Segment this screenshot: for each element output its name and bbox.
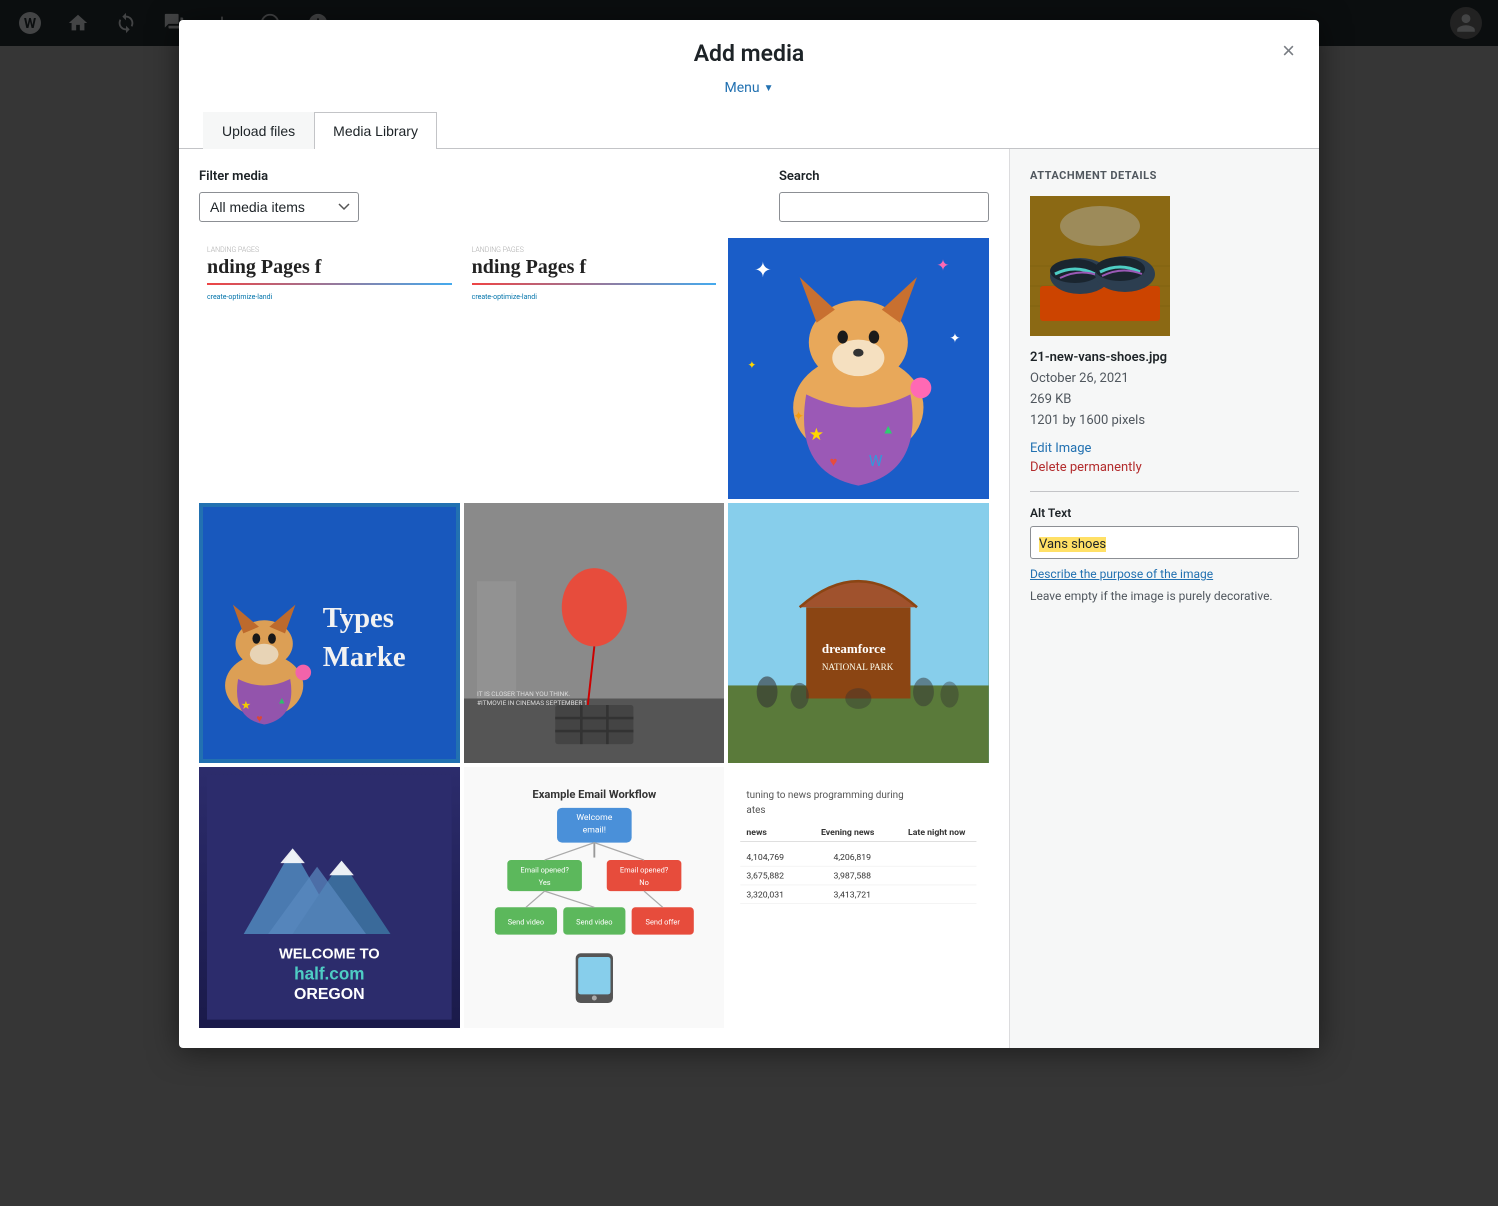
media-grid: LANDING PAGES nding Pages f create-optim… [199, 238, 989, 1028]
alt-text-field[interactable]: Vans shoes [1030, 526, 1299, 559]
delete-permanently-link[interactable]: Delete permanently [1030, 460, 1299, 475]
thumb-url: create-optimize-landi [472, 293, 717, 301]
modal-header: Add media × [179, 20, 1319, 67]
thumb-title: nding Pages f [207, 256, 452, 279]
svg-text:dreamforce: dreamforce [822, 641, 886, 656]
svg-text:▲: ▲ [882, 422, 895, 437]
alt-text-label: Alt Text [1030, 506, 1299, 520]
filter-select[interactable]: All media items [199, 192, 359, 222]
svg-text:3,987,588: 3,987,588 [834, 872, 872, 882]
svg-text:Yes: Yes [538, 878, 550, 887]
svg-text:IT IS CLOSER THAN YOU THINK.: IT IS CLOSER THAN YOU THINK. [477, 690, 570, 698]
tab-media-library[interactable]: Media Library [314, 112, 437, 149]
media-item[interactable]: Example Email Workflow Welcome email! Em… [464, 767, 725, 1028]
describe-purpose-link[interactable]: Describe the purpose of the image [1030, 567, 1299, 581]
svg-text:Email opened?: Email opened? [520, 866, 569, 875]
media-item[interactable]: ★ ▲ ♥ Types Marke [199, 503, 460, 764]
svg-text:Evening news: Evening news [821, 829, 875, 839]
svg-text:Email opened?: Email opened? [619, 866, 668, 875]
svg-text:✦: ✦ [937, 256, 950, 275]
thumb-url: create-optimize-landi [207, 293, 452, 301]
menu-arrow-icon: ▼ [764, 83, 774, 94]
filter-label: Filter media [199, 169, 359, 184]
attachment-preview [1030, 196, 1299, 336]
svg-text:3,675,882: 3,675,882 [747, 872, 785, 882]
svg-text:★: ★ [809, 425, 824, 445]
modal-body: Filter media All media items Search [179, 149, 1319, 1048]
edit-image-link[interactable]: Edit Image [1030, 441, 1299, 456]
tab-upload-files[interactable]: Upload files [203, 112, 314, 149]
svg-text:3,320,031: 3,320,031 [747, 891, 785, 901]
filter-row: Filter media All media items Search [199, 169, 989, 222]
search-section: Search [779, 169, 989, 222]
svg-text:✦: ✦ [950, 331, 961, 346]
attachment-details-sidebar: ATTACHMENT DETAILS [1009, 149, 1319, 1048]
menu-dropdown[interactable]: Menu ▼ [724, 80, 773, 96]
attachment-date: October 26, 2021 269 KB 1201 by 1600 pix… [1030, 369, 1299, 431]
modal-overlay: Add media × Menu ▼ Upload files Media Li… [0, 0, 1498, 1206]
thumb-title: nding Pages f [472, 256, 717, 279]
media-item[interactable]: LANDING PAGES nding Pages f create-optim… [464, 238, 725, 499]
svg-text:OREGON: OREGON [294, 986, 365, 1003]
search-input[interactable] [779, 192, 989, 222]
svg-text:✦: ✦ [754, 259, 771, 283]
thumb-heading: LANDING PAGES [207, 246, 452, 254]
svg-text:WELCOME TO: WELCOME TO [279, 947, 380, 963]
svg-text:half.com: half.com [294, 965, 364, 984]
media-item[interactable]: LANDING PAGES nding Pages f create-optim… [199, 238, 460, 499]
attachment-filename: 21-new-vans-shoes.jpg [1030, 350, 1299, 365]
svg-text:#ITMOVIE IN CINEMAS SEPTEMBER: #ITMOVIE IN CINEMAS SEPTEMBER 1 [477, 699, 588, 707]
modal-tabs: Upload files Media Library [179, 96, 1319, 149]
media-area: Filter media All media items Search [179, 149, 1009, 1048]
search-label: Search [779, 169, 989, 184]
svg-text:4,206,819: 4,206,819 [834, 853, 872, 863]
modal-menu: Menu ▼ [179, 67, 1319, 96]
menu-label: Menu [724, 80, 759, 96]
svg-text:Send offer: Send offer [645, 918, 680, 927]
media-item[interactable]: WELCOME TO half.com OREGON [199, 767, 460, 1028]
svg-text:Welcome: Welcome [576, 814, 612, 824]
svg-text:✦: ✦ [793, 409, 804, 424]
modal-title: Add media [694, 40, 805, 67]
add-media-modal: Add media × Menu ▼ Upload files Media Li… [179, 20, 1319, 1048]
close-button[interactable]: × [1274, 36, 1303, 66]
svg-text:Send video: Send video [507, 918, 543, 927]
svg-text:Example Email Workflow: Example Email Workflow [532, 788, 657, 801]
svg-text:tuning to news programming dur: tuning to news programming during [747, 790, 904, 801]
attachment-divider [1030, 491, 1299, 492]
attachment-details-title: ATTACHMENT DETAILS [1030, 169, 1299, 182]
thumb-heading: LANDING PAGES [472, 246, 717, 254]
svg-text:Late night now: Late night now [908, 829, 966, 839]
describe-note: Leave empty if the image is purely decor… [1030, 589, 1273, 603]
media-item[interactable]: dreamforce NATIONAL PARK [728, 503, 989, 764]
svg-text:Send video: Send video [576, 918, 612, 927]
svg-text:NATIONAL PARK: NATIONAL PARK [822, 661, 894, 671]
svg-text:news: news [747, 829, 768, 839]
svg-text:email!: email! [582, 826, 605, 836]
filter-section: Filter media All media items [199, 169, 359, 222]
media-item[interactable]: IT IS CLOSER THAN YOU THINK. #ITMOVIE IN… [464, 503, 725, 764]
alt-text-value: Vans shoes [1039, 537, 1106, 552]
svg-text:W: W [869, 451, 883, 470]
svg-text:No: No [639, 878, 649, 887]
svg-text:✦: ✦ [748, 358, 757, 371]
svg-text:4,104,769: 4,104,769 [747, 853, 785, 863]
svg-text:3,413,721: 3,413,721 [834, 891, 872, 901]
svg-text:ates: ates [747, 805, 766, 816]
media-item[interactable]: tuning to news programming during ates n… [728, 767, 989, 1028]
svg-text:♥: ♥ [830, 455, 838, 470]
media-item[interactable]: ✦ ✦ ✦ ✦ [728, 238, 989, 499]
